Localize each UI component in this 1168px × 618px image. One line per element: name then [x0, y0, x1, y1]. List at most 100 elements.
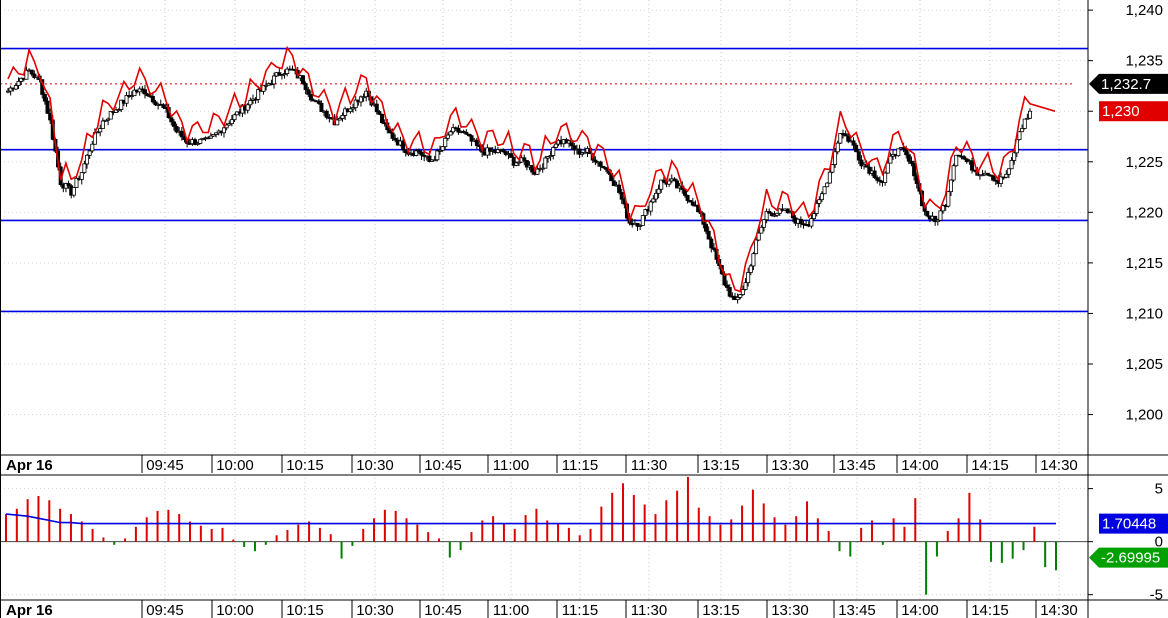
histogram-bar [535, 508, 538, 542]
date-label: Apr 16 [6, 602, 53, 618]
histogram-bar [362, 528, 365, 542]
histogram-bar [654, 514, 657, 542]
candle [946, 190, 951, 208]
histogram-bar [567, 527, 570, 542]
histogram-bar [59, 508, 62, 542]
date-label: Apr 16 [6, 457, 53, 474]
chart-canvas[interactable]: 1,200 1,205 1,210 1,215 1,220 1,225 1,230 1,235… [0, 0, 1168, 618]
x-tick-label: 11:30 [631, 457, 667, 474]
x-tick-label: 13:15 [702, 457, 740, 474]
histogram-bar [297, 524, 300, 542]
histogram-bar [243, 541, 246, 547]
y-tick-label: 1,240 [1125, 2, 1163, 19]
histogram-bar [492, 516, 495, 542]
histogram-bar [470, 532, 473, 542]
histogram-bar [91, 528, 94, 542]
histogram-bars [5, 476, 1057, 595]
candle [709, 236, 714, 253]
y-tick-label: 5 [1155, 481, 1163, 498]
histogram-bar [167, 509, 170, 542]
y-tick-label: 1,215 [1125, 255, 1163, 272]
y-tick-label: 1,210 [1125, 305, 1163, 322]
histogram-bar [134, 526, 137, 542]
histogram-bar [26, 499, 29, 542]
svg-text:1,230: 1,230 [1102, 103, 1140, 120]
candle [822, 186, 827, 195]
histogram-bar [253, 541, 256, 552]
histogram-bar [686, 476, 689, 542]
histogram-bar [632, 494, 635, 542]
y-tick-label: 1,235 [1125, 53, 1163, 70]
x-tick-label: 10:00 [216, 457, 254, 474]
candle [798, 216, 803, 228]
x-tick-label: 13:30 [771, 457, 809, 474]
candle [640, 215, 645, 226]
x-tick-label: 11:15 [562, 457, 598, 474]
x-tick-label: 13:15 [702, 602, 740, 618]
histogram-bar [340, 541, 343, 559]
chart-window: 1,200 1,205 1,210 1,215 1,220 1,225 1,230 1,235… [0, 0, 1168, 618]
histogram-bar [189, 521, 192, 542]
histogram-bar [1033, 526, 1036, 542]
histogram-bar [232, 539, 235, 542]
histogram-bar [405, 518, 408, 542]
candle [872, 166, 877, 179]
histogram-bar [416, 524, 419, 542]
histogram-bar [773, 517, 776, 542]
histogram-bar [513, 528, 516, 542]
histogram-bar [806, 501, 809, 542]
histogram-bar [827, 531, 830, 542]
y-tick-label: 1,205 [1125, 356, 1163, 373]
x-tick-label: 13:30 [771, 602, 809, 618]
x-tick-label: 11:15 [562, 602, 598, 618]
histogram-bar [730, 519, 733, 542]
histogram-bar [102, 537, 105, 542]
candle [954, 154, 959, 167]
histogram-bar [1000, 541, 1003, 563]
histogram-ma-line [5, 513, 1056, 525]
candle [598, 160, 603, 171]
histogram-bar [329, 534, 332, 542]
histogram-bar [1044, 541, 1047, 568]
x-tick-label: 13:45 [838, 602, 876, 618]
x-tick-label: 10:45 [424, 457, 462, 474]
y-tick-label: 1,220 [1125, 204, 1163, 221]
histogram-bar [892, 518, 895, 542]
candle [648, 200, 653, 216]
histogram-bar [957, 518, 960, 542]
histogram-bar [676, 490, 679, 542]
histogram-bar [156, 510, 159, 542]
candle [577, 144, 582, 159]
histogram-bar [935, 541, 938, 557]
histogram-bar [275, 535, 278, 542]
histogram-bar [946, 531, 949, 542]
candle [137, 86, 142, 96]
candle [71, 187, 76, 198]
horizontal-lines [0, 47, 1088, 313]
candle [511, 155, 516, 169]
candle [79, 172, 84, 185]
histogram-bar [145, 517, 148, 542]
histogram-bar [502, 523, 505, 542]
y-tick-label: -5 [1150, 587, 1163, 604]
histogram-bar [979, 519, 982, 542]
svg-text:-2.69995: -2.69995 [1101, 550, 1160, 567]
histogram-bar [373, 518, 376, 542]
candle [767, 208, 772, 214]
x-tick-label: 10:30 [356, 602, 394, 618]
x-tick-label: 14:30 [1040, 602, 1078, 618]
histogram-bar [990, 541, 993, 562]
candle [474, 137, 479, 150]
histogram-bar [1022, 541, 1025, 551]
x-tick-label: 14:15 [971, 602, 1009, 618]
histogram-bar [784, 524, 787, 542]
histogram-bar [448, 541, 451, 558]
candle [124, 91, 129, 107]
y-tick-label: 1,200 [1125, 407, 1163, 424]
candle [951, 163, 956, 182]
histogram-bar [1011, 541, 1014, 559]
candle [1028, 108, 1033, 120]
histogram-bar [318, 527, 321, 542]
candle [8, 85, 13, 96]
histogram-bar [589, 528, 592, 542]
